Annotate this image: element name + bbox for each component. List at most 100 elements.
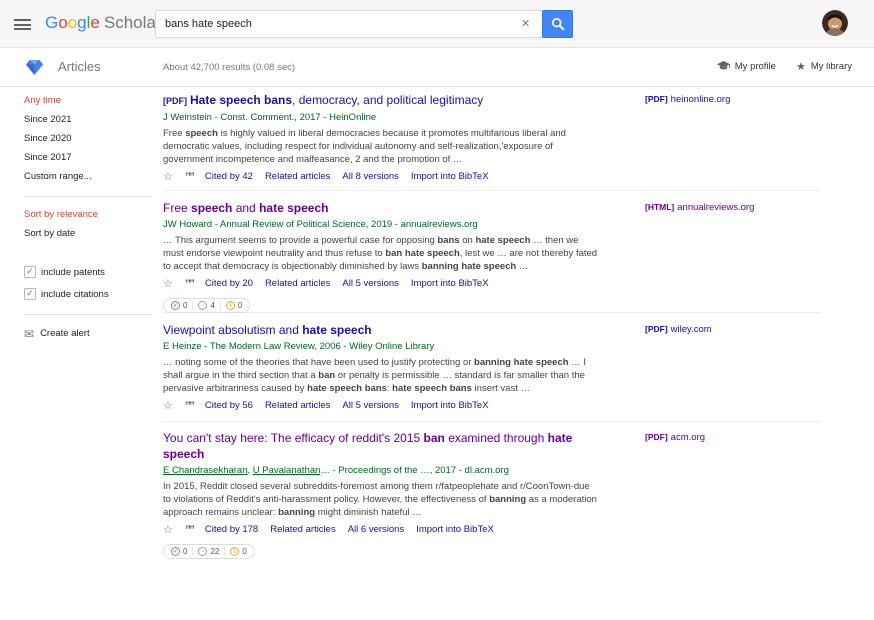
save-star-icon[interactable]: ☆ xyxy=(163,279,173,289)
badge-mentioning-count: 4 xyxy=(210,301,214,310)
badge-supporting-icon: ✓ xyxy=(171,301,180,310)
badge-contrasting: !0 xyxy=(225,547,251,556)
fulltext-source: wiley.com xyxy=(671,324,712,335)
date-filter-since-2020[interactable]: Since 2020 xyxy=(24,134,152,144)
articles-gem-icon[interactable] xyxy=(26,60,43,75)
cite-quote-icon[interactable]: ”” xyxy=(185,402,193,410)
google-wordmark: Google xyxy=(45,13,100,32)
menu-icon[interactable] xyxy=(14,19,31,30)
badge-mentioning-count: 22 xyxy=(210,547,219,556)
badge-mentioning-icon: - xyxy=(198,301,207,310)
badge-contrasting-count: 0 xyxy=(238,301,242,310)
save-star-icon[interactable]: ☆ xyxy=(163,525,173,535)
related-articles-link[interactable]: Related articles xyxy=(270,524,335,535)
citation-stats-badge[interactable]: ✓0-22!0 xyxy=(163,544,255,559)
result-authors: E Chandrasekharan, U Pavalanathan… - Pro… xyxy=(163,465,603,476)
pdf-tag: [PDF] xyxy=(163,96,187,106)
checkbox-icon: ✓ xyxy=(24,266,36,278)
related-articles-link[interactable]: Related articles xyxy=(265,171,330,182)
fulltext-link[interactable]: [PDF]acm.org xyxy=(645,432,705,443)
date-filter-any-time[interactable]: Any time xyxy=(24,96,152,106)
badge-supporting: ✓0 xyxy=(166,547,193,556)
sort-option-sort-by-date[interactable]: Sort by date xyxy=(24,229,152,239)
badge-contrasting-icon: ! xyxy=(226,301,235,310)
section-label: Articles xyxy=(58,59,101,74)
date-filter-since-2017[interactable]: Since 2017 xyxy=(24,153,152,163)
scholar-wordmark: Scholar xyxy=(104,13,162,32)
result-title-link[interactable]: Viewpoint absolutism and hate speech xyxy=(163,322,603,338)
badge-mentioning: -4 xyxy=(193,301,220,310)
import-bibtex-link[interactable]: Import into BibTeX xyxy=(411,400,489,411)
result-title-link[interactable]: Free speech and hate speech xyxy=(163,200,603,216)
cited-by-link[interactable]: Cited by 56 xyxy=(205,400,253,411)
cite-quote-icon[interactable]: ”” xyxy=(185,526,193,534)
result-authors: J Weinstein - Const. Comment., 2017 - He… xyxy=(163,112,603,123)
search-result-1: [PDF]Hate speech bans, democracy, and po… xyxy=(163,92,603,182)
filter-checkbox-list: ✓ include patents ✓ include citations xyxy=(24,266,152,300)
result-snippet: … noting some of the theories that have … xyxy=(163,356,599,395)
badge-mentioning: -22 xyxy=(193,547,225,556)
avatar-image xyxy=(822,10,848,36)
result-snippet: … This argument seems to provide a power… xyxy=(163,234,599,273)
badge-mentioning-icon: - xyxy=(198,547,207,556)
related-articles-link[interactable]: Related articles xyxy=(265,400,330,411)
result-authors: JW Howard - Annual Review of Political S… xyxy=(163,219,603,230)
date-filter-custom-range-[interactable]: Custom range... xyxy=(24,172,152,182)
fulltext-link[interactable]: [PDF]wiley.com xyxy=(645,324,712,335)
versions-link[interactable]: All 5 versions xyxy=(342,400,399,411)
result-authors: E Heinze - The Modern Law Review, 2006 -… xyxy=(163,341,603,352)
versions-link[interactable]: All 8 versions xyxy=(342,171,399,182)
envelope-icon: ✉ xyxy=(24,329,34,339)
filter-label: include citations xyxy=(41,289,109,300)
versions-link[interactable]: All 6 versions xyxy=(348,524,405,535)
badge-supporting-count: 0 xyxy=(183,547,187,556)
versions-link[interactable]: All 5 versions xyxy=(342,278,399,289)
fulltext-link[interactable]: [PDF]heinonline.org xyxy=(645,94,730,105)
citation-stats-badge[interactable]: ✓0-4!0 xyxy=(163,298,250,313)
fulltext-format-tag: [PDF] xyxy=(645,432,668,442)
sort-option-list: Sort by relevance Sort by date xyxy=(24,210,152,239)
badge-contrasting-count: 0 xyxy=(242,547,246,556)
filter-include-citations[interactable]: ✓ include citations xyxy=(24,288,152,300)
sidebar: Any time Since 2021 Since 2020 Since 2017 Cu… xyxy=(24,96,152,339)
import-bibtex-link[interactable]: Import into BibTeX xyxy=(411,171,489,182)
save-star-icon[interactable]: ☆ xyxy=(163,172,173,182)
fulltext-source: annualreviews.org xyxy=(677,202,754,213)
cited-by-link[interactable]: Cited by 178 xyxy=(205,524,258,535)
fulltext-source: acm.org xyxy=(671,432,705,443)
avatar[interactable] xyxy=(822,10,848,36)
import-bibtex-link[interactable]: Import into BibTeX xyxy=(416,524,494,535)
date-filter-since-2021[interactable]: Since 2021 xyxy=(24,115,152,125)
result-snippet: In 2015, Reddit closed several subreddit… xyxy=(163,480,599,519)
save-star-icon[interactable]: ☆ xyxy=(163,401,173,411)
badge-contrasting-icon: ! xyxy=(230,547,239,556)
fulltext-format-tag: [HTML] xyxy=(645,202,674,212)
result-actions: ☆ ”” Cited by 20 Related articles All 5 vers… xyxy=(163,278,603,289)
cited-by-link[interactable]: Cited by 20 xyxy=(205,278,253,289)
search-result-3: Viewpoint absolutism and hate speech E He… xyxy=(163,322,603,411)
sort-option-sort-by-relevance[interactable]: Sort by relevance xyxy=(24,210,152,220)
cite-quote-icon[interactable]: ”” xyxy=(185,173,193,181)
author-link[interactable]: U Pavalanathan xyxy=(253,465,321,476)
cite-quote-icon[interactable]: ”” xyxy=(185,280,193,288)
fulltext-source: heinonline.org xyxy=(671,94,731,105)
sidebar-divider xyxy=(24,196,152,197)
author-link[interactable]: E Chandrasekharan xyxy=(163,465,248,476)
result-title-link[interactable]: [PDF]Hate speech bans, democracy, and po… xyxy=(163,92,603,109)
badge-supporting: ✓0 xyxy=(166,301,193,310)
filter-label: include patents xyxy=(41,267,105,278)
fulltext-link[interactable]: [HTML]annualreviews.org xyxy=(645,202,754,213)
filter-include-patents[interactable]: ✓ include patents xyxy=(24,266,152,278)
result-actions: ☆ ”” Cited by 56 Related articles All 5 vers… xyxy=(163,400,603,411)
checkbox-icon: ✓ xyxy=(24,288,36,300)
related-articles-link[interactable]: Related articles xyxy=(265,278,330,289)
cited-by-link[interactable]: Cited by 42 xyxy=(205,171,253,182)
result-title-link[interactable]: You can't stay here: The efficacy of red… xyxy=(163,430,603,462)
search-result-2: Free speech and hate speech JW Howard - A… xyxy=(163,200,603,313)
result-snippet: Free speech is highly valued in liberal … xyxy=(163,127,599,166)
result-divider xyxy=(163,190,820,191)
create-alert-button[interactable]: ✉ Create alert xyxy=(24,328,152,339)
badge-supporting-icon: ✓ xyxy=(171,547,180,556)
google-scholar-logo[interactable]: GoogleScholar xyxy=(45,13,162,33)
import-bibtex-link[interactable]: Import into BibTeX xyxy=(411,278,489,289)
